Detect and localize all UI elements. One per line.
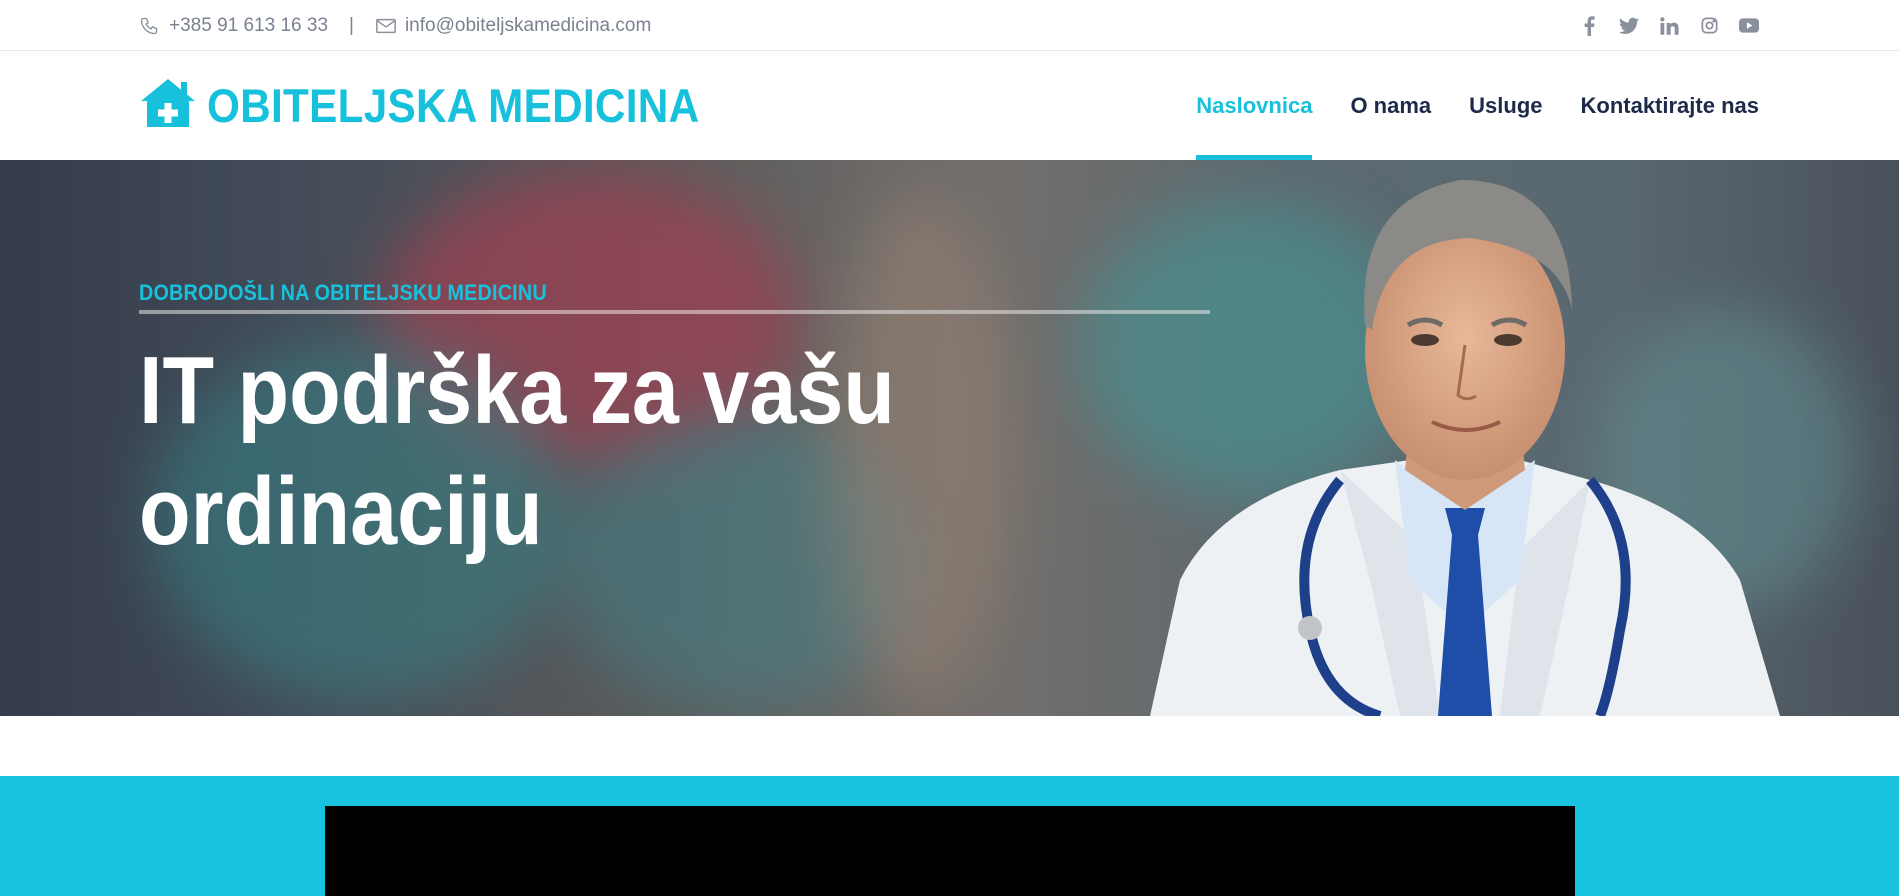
video-player[interactable] <box>325 806 1575 896</box>
contact-info: +385 91 613 16 33 | info@obiteljskamedic… <box>139 0 651 51</box>
email-link[interactable]: info@obiteljskamedicina.com <box>405 15 651 37</box>
site-logo[interactable]: OBITELJSKA MEDICINA <box>139 77 754 134</box>
hero-headline: IT podrška za vašu ordinaciju <box>139 337 895 565</box>
phone-icon <box>139 15 161 37</box>
nav-item-o-nama[interactable]: O nama <box>1350 51 1431 160</box>
contact-separator: | <box>349 14 354 36</box>
logo-text: OBITELJSKA MEDICINA <box>207 79 700 132</box>
hero-eyebrow: DOBRODOŠLI NA OBITELJSKU MEDICINU <box>139 280 547 305</box>
site-header: OBITELJSKA MEDICINA Naslovnica O nama Us… <box>0 51 1899 160</box>
linkedin-icon[interactable] <box>1659 16 1679 36</box>
facebook-icon[interactable] <box>1579 15 1599 36</box>
main-nav: Naslovnica O nama Usluge Kontaktirajte n… <box>1196 51 1759 160</box>
house-medical-icon <box>139 77 197 134</box>
nav-item-naslovnica[interactable]: Naslovnica <box>1196 51 1313 160</box>
nav-item-kontaktirajte-nas[interactable]: Kontaktirajte nas <box>1581 51 1760 160</box>
mail-icon <box>375 15 397 37</box>
twitter-icon[interactable] <box>1619 16 1639 36</box>
doctor-illustration <box>1150 180 1780 716</box>
nav-item-usluge[interactable]: Usluge <box>1469 51 1542 160</box>
hero-divider <box>139 310 1210 314</box>
top-bar: +385 91 613 16 33 | info@obiteljskamedic… <box>0 0 1899 51</box>
youtube-icon[interactable] <box>1739 16 1759 36</box>
instagram-icon[interactable] <box>1699 16 1719 36</box>
hero-banner: DOBRODOŠLI NA OBITELJSKU MEDICINU IT pod… <box>0 160 1899 716</box>
social-links <box>1579 0 1759 51</box>
phone-number[interactable]: +385 91 613 16 33 <box>169 15 328 37</box>
